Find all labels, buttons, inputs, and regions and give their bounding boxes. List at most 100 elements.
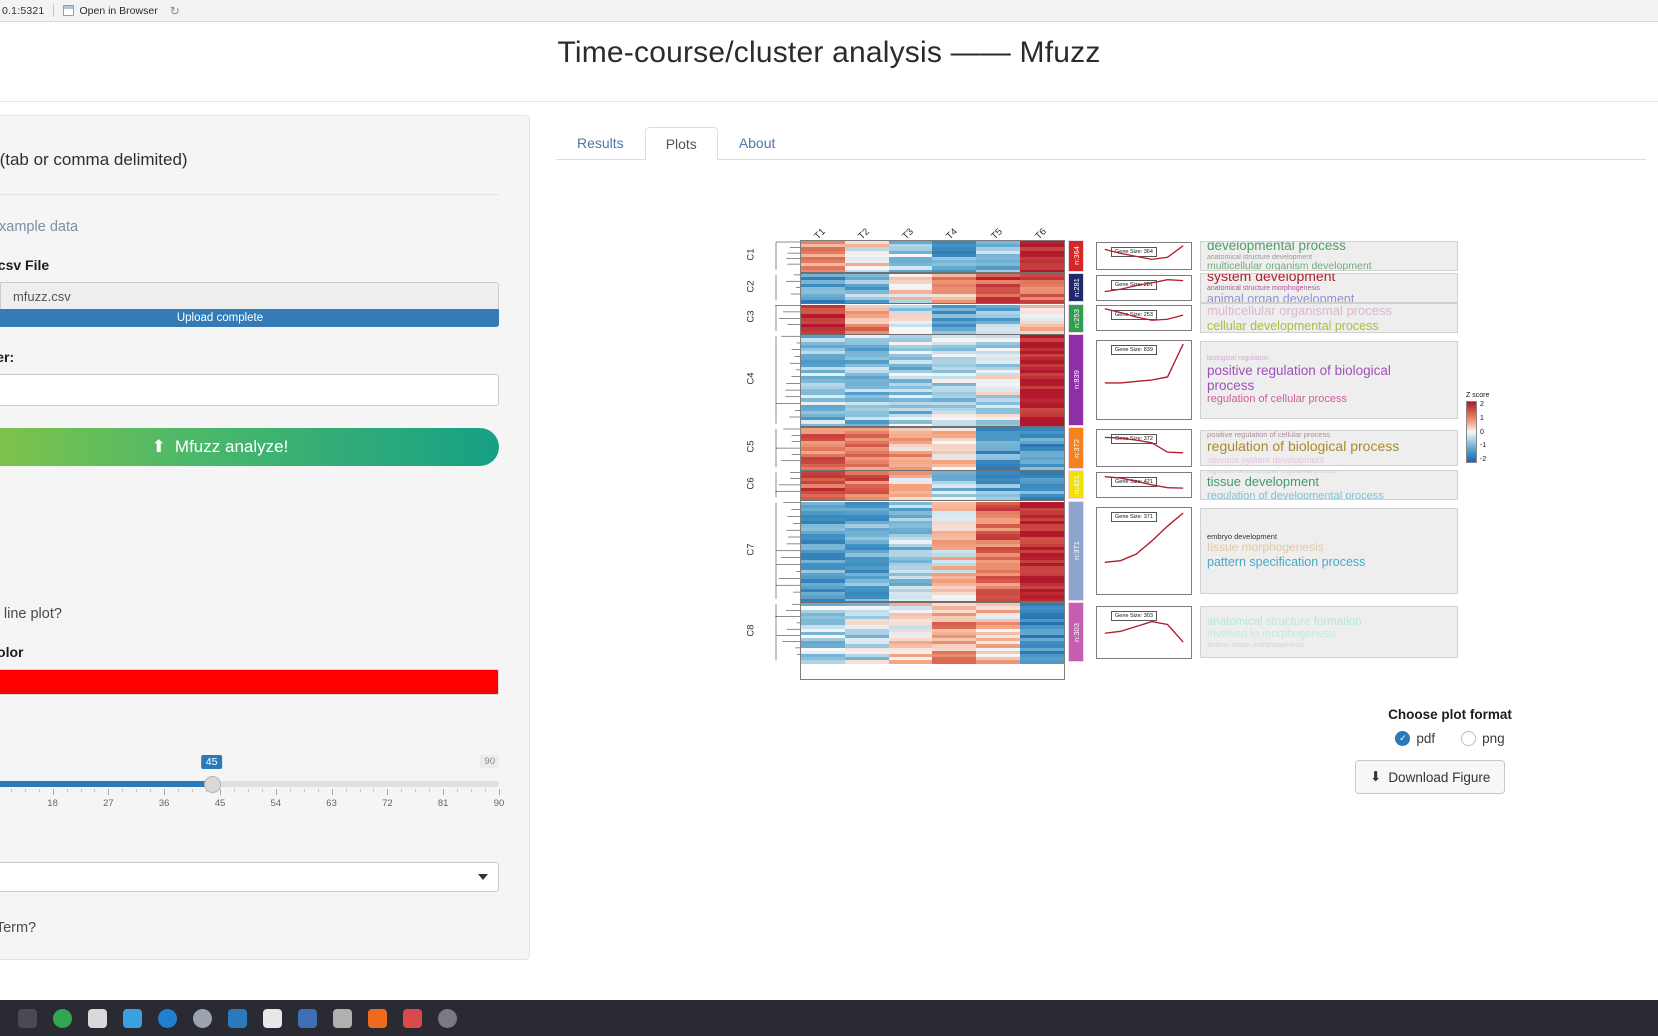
cluster-number-input[interactable]: [0, 374, 499, 406]
download-icon: ⬇: [1370, 769, 1382, 784]
open-in-browser-label: Open in Browser: [79, 4, 158, 17]
angle-tick-minor: [136, 789, 138, 792]
plot-type-radio-group[interactable]: ne plot eatmap oth: [0, 512, 499, 576]
taskbar-icon-1[interactable]: [18, 1008, 37, 1028]
angle-tick-mark: [164, 789, 166, 795]
angle-tick-label: 81: [437, 798, 449, 809]
taskbar-icon-2[interactable]: [53, 1008, 72, 1028]
cluster-bar-c4: n:839: [1068, 334, 1084, 426]
plot-format-option-pdf[interactable]: ✓ pdf: [1395, 731, 1435, 746]
taskbar-icon-6[interactable]: [193, 1008, 212, 1028]
upload-arrow-icon: ⬆: [151, 437, 166, 456]
angle-tick-minor: [261, 789, 263, 792]
plot-format-title: Choose plot format: [1388, 707, 1512, 722]
profile-line-svg: [1104, 343, 1184, 384]
angle-tick-minor: [94, 789, 96, 792]
cluster-bar-c6: n:421: [1068, 470, 1084, 500]
annotation-box-c8: anatomical structure formation involved i…: [1200, 606, 1458, 659]
angle-tick-mark: [499, 789, 500, 795]
angle-tick-minor: [206, 789, 208, 792]
download-figure-button[interactable]: ⬇ Download Figure: [1355, 760, 1506, 794]
show-annoterm-label: ow annoTerm?: [0, 920, 37, 936]
plot-format-pdf-label: pdf: [1416, 731, 1436, 746]
cluster-profile-plot-c1: Gene Size: 364: [1096, 241, 1192, 270]
upload2-label: ose text/csv File: [0, 958, 499, 959]
angle-tick-minor: [233, 789, 235, 792]
taskbar-icon-7[interactable]: [228, 1008, 247, 1028]
tab-results[interactable]: Results: [556, 126, 645, 159]
zscore-tick: 1: [1480, 414, 1484, 422]
angle-tick-minor: [122, 789, 124, 792]
cluster-bar-label: n:253: [1071, 308, 1081, 328]
download-example-data-link[interactable]: wnload example data: [0, 219, 499, 235]
angle-tick-minor: [10, 789, 12, 792]
heatmap-cell: [976, 660, 1021, 664]
angle-tick-minor: [317, 789, 319, 792]
cluster-profile-plot-c5: Gene Size: 372: [1096, 429, 1192, 467]
angle-slider-ticks: 9182736455463728190: [0, 789, 504, 811]
cluster-bar-c7: n:371: [1068, 500, 1084, 601]
add-box-label: dd box in line plot?: [0, 606, 62, 622]
taskbar-icon-4[interactable]: [123, 1008, 142, 1028]
angle-tick-minor: [471, 789, 473, 792]
angle-tick-label: 45: [214, 798, 226, 809]
annotation-box-c6: regulation of multicellular organismal p…: [1200, 469, 1458, 500]
angle-tick-minor: [192, 789, 194, 792]
zscore-tick: 2: [1480, 401, 1484, 408]
cluster-bar-label: n:364: [1071, 246, 1081, 266]
plot-type-option-heatmap[interactable]: eatmap: [0, 536, 499, 552]
angle-tick-minor: [289, 789, 291, 792]
heatmap-column-labels: T1 T2 T3 T4 T5 T6: [800, 212, 1120, 242]
annotation-box-c2: system development anatomical structure m…: [1200, 272, 1458, 303]
mean-line-color-swatch[interactable]: [0, 669, 499, 695]
taskbar-icon-9[interactable]: [298, 1008, 317, 1028]
radio-selected-icon: ✓: [1395, 731, 1411, 746]
angle-tick-minor: [373, 789, 375, 792]
angle-slider[interactable]: 45 90 9182736455463728190: [0, 755, 504, 815]
angle-tick-minor: [345, 789, 347, 792]
dendrogram-svg: [775, 241, 800, 661]
mfuzz-analyze-button[interactable]: ⬆ Mfuzz analyze!: [0, 428, 499, 466]
heatmap-row-label: C5: [745, 440, 757, 453]
ide-toolbar: 0.1:5321 Open in Browser ↻: [0, 0, 1658, 22]
taskbar-icon-10[interactable]: [333, 1008, 352, 1028]
upload1-file-input[interactable]: wse... mfuzz.csv: [0, 282, 499, 310]
angle-tick-minor: [485, 789, 487, 792]
heatmap-row-label: C4: [745, 372, 757, 385]
open-in-browser-button[interactable]: Open in Browser: [63, 4, 158, 17]
profile-line-svg: [1104, 278, 1184, 292]
heatmap-row-label: C1: [745, 248, 757, 261]
angle-tick-label: 54: [270, 798, 282, 809]
annotation-term: involved in morphogenesis: [1207, 628, 1338, 641]
tab-about[interactable]: About: [718, 126, 797, 159]
taskbar-icon-3[interactable]: [88, 1008, 107, 1028]
cluster-bar-label: n:839: [1071, 370, 1081, 390]
tab-plots[interactable]: Plots: [644, 127, 718, 160]
angle-tick-minor: [401, 789, 403, 792]
plot-format-option-png[interactable]: png: [1461, 731, 1505, 746]
angle-tick-minor: [38, 789, 40, 792]
chevron-down-icon: [478, 874, 488, 880]
taskbar-icon-8[interactable]: [263, 1008, 282, 1028]
cluster-bar-c1: n:364: [1068, 240, 1084, 272]
annotation-term: cellular developmental process: [1207, 318, 1379, 333]
taskbar-icon-13[interactable]: [438, 1008, 457, 1028]
angle-tick-minor: [429, 789, 431, 792]
cluster-bar-label: n:421: [1071, 475, 1081, 495]
angle-tick-minor: [150, 789, 152, 792]
taskbar-icon-5[interactable]: [158, 1008, 177, 1028]
plot-type-option-both[interactable]: oth: [0, 560, 499, 576]
refresh-icon[interactable]: ↻: [170, 4, 180, 18]
taskbar-icon-12[interactable]: [403, 1008, 422, 1028]
angle-tick-minor: [359, 789, 361, 792]
heatmap-row: [801, 660, 1064, 664]
upload1-label: ose text/csv File: [0, 257, 50, 273]
plot-format-group: Choose plot format ✓ pdf png: [1300, 707, 1600, 746]
annotation-term: anatomical structure formation: [1207, 615, 1362, 628]
cluster-bar-c3: n:253: [1068, 303, 1084, 334]
heatmap-row-label: C8: [745, 624, 757, 637]
side-select[interactable]: ht: [0, 862, 499, 892]
plot-type-option-lineplot[interactable]: ne plot: [0, 512, 499, 528]
side-label: side: [0, 837, 499, 853]
taskbar-icon-11[interactable]: [368, 1008, 387, 1028]
